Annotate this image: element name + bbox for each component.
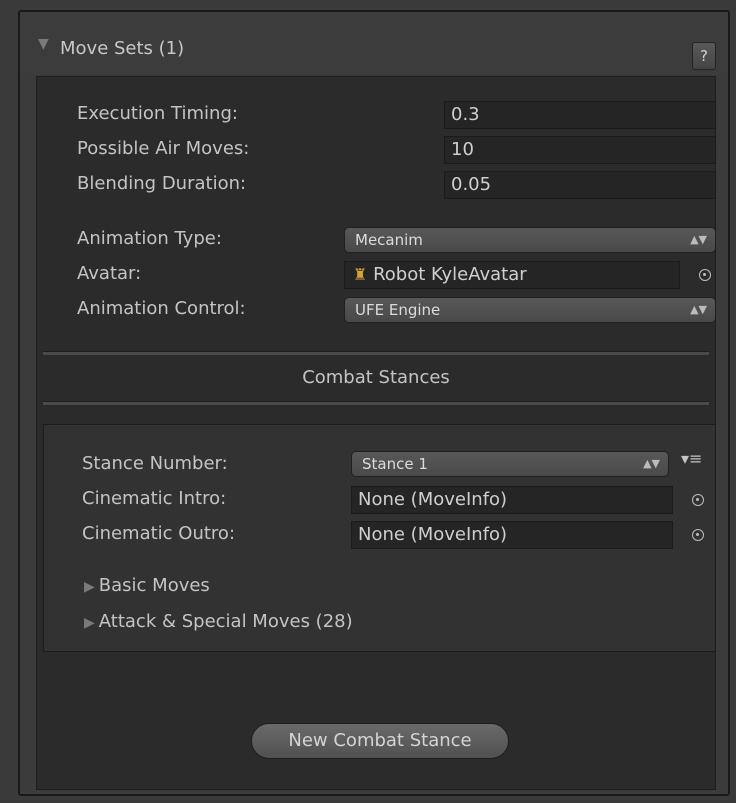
execution-timing-field[interactable]: 0.3 bbox=[444, 101, 716, 129]
animation-type-value: Mecanim bbox=[355, 231, 423, 249]
stance-menu-icon[interactable]: ▾≡ bbox=[681, 449, 702, 468]
basic-moves-foldout[interactable]: ▶ Basic Moves bbox=[84, 575, 210, 596]
blending-duration-field[interactable]: 0.05 bbox=[444, 171, 716, 199]
new-combat-stance-button[interactable]: New Combat Stance bbox=[251, 723, 509, 759]
animation-type-label: Animation Type: bbox=[77, 228, 222, 249]
object-picker-icon[interactable] bbox=[699, 269, 711, 281]
foldout-collapsed-icon: ▶ bbox=[84, 615, 95, 631]
combat-stances-title: Combat Stances bbox=[302, 367, 450, 388]
stance-number-label: Stance Number: bbox=[82, 453, 228, 474]
attack-special-moves-label: Attack & Special Moves (28) bbox=[98, 611, 353, 632]
stance-number-dropdown[interactable]: Stance 1 ▲▼ bbox=[351, 451, 669, 477]
execution-timing-label: Execution Timing: bbox=[77, 103, 238, 124]
avatar-asset-icon: ♜ bbox=[353, 265, 368, 284]
avatar-object-field[interactable]: ♜ Robot KyleAvatar bbox=[344, 261, 680, 289]
stance-number-value: Stance 1 bbox=[362, 455, 428, 473]
foldout-expanded-icon[interactable]: ▼ bbox=[38, 36, 49, 52]
avatar-label: Avatar: bbox=[77, 263, 142, 284]
cinematic-outro-field[interactable]: None (MoveInfo) bbox=[351, 521, 673, 549]
move-sets-title[interactable]: Move Sets (1) bbox=[60, 38, 184, 59]
dropdown-arrows-icon: ▲▼ bbox=[690, 233, 707, 246]
animation-control-label: Animation Control: bbox=[77, 298, 246, 319]
move-sets-panel: Execution Timing: 0.3 Possible Air Moves… bbox=[36, 76, 716, 790]
animation-control-value: UFE Engine bbox=[355, 301, 441, 319]
blending-duration-label: Blending Duration: bbox=[77, 173, 247, 194]
avatar-value: Robot KyleAvatar bbox=[373, 264, 527, 285]
move-sets-header[interactable]: ▼ Move Sets (1) ? bbox=[20, 12, 728, 74]
dropdown-arrows-icon: ▲▼ bbox=[690, 303, 707, 316]
attack-special-moves-foldout[interactable]: ▶ Attack & Special Moves (28) bbox=[84, 611, 353, 632]
cinematic-outro-label: Cinematic Outro: bbox=[82, 523, 236, 544]
possible-air-moves-label: Possible Air Moves: bbox=[77, 138, 250, 159]
foldout-collapsed-icon: ▶ bbox=[84, 579, 95, 595]
cinematic-intro-label: Cinematic Intro: bbox=[82, 488, 227, 509]
divider bbox=[43, 401, 709, 405]
possible-air-moves-field[interactable]: 10 bbox=[444, 136, 716, 164]
basic-moves-label: Basic Moves bbox=[98, 575, 210, 596]
dropdown-arrows-icon: ▲▼ bbox=[643, 457, 660, 470]
combat-stance-box: Stance Number: Stance 1 ▲▼ ▾≡ Cinematic … bbox=[43, 424, 716, 652]
animation-type-dropdown[interactable]: Mecanim ▲▼ bbox=[344, 227, 716, 253]
object-picker-icon[interactable] bbox=[692, 494, 704, 506]
help-button[interactable]: ? bbox=[692, 42, 716, 70]
divider bbox=[43, 351, 709, 355]
cinematic-intro-field[interactable]: None (MoveInfo) bbox=[351, 486, 673, 514]
animation-control-dropdown[interactable]: UFE Engine ▲▼ bbox=[344, 297, 716, 323]
object-picker-icon[interactable] bbox=[692, 529, 704, 541]
move-sets-foldout: ▼ Move Sets (1) ? Execution Timing: 0.3 … bbox=[18, 10, 730, 796]
